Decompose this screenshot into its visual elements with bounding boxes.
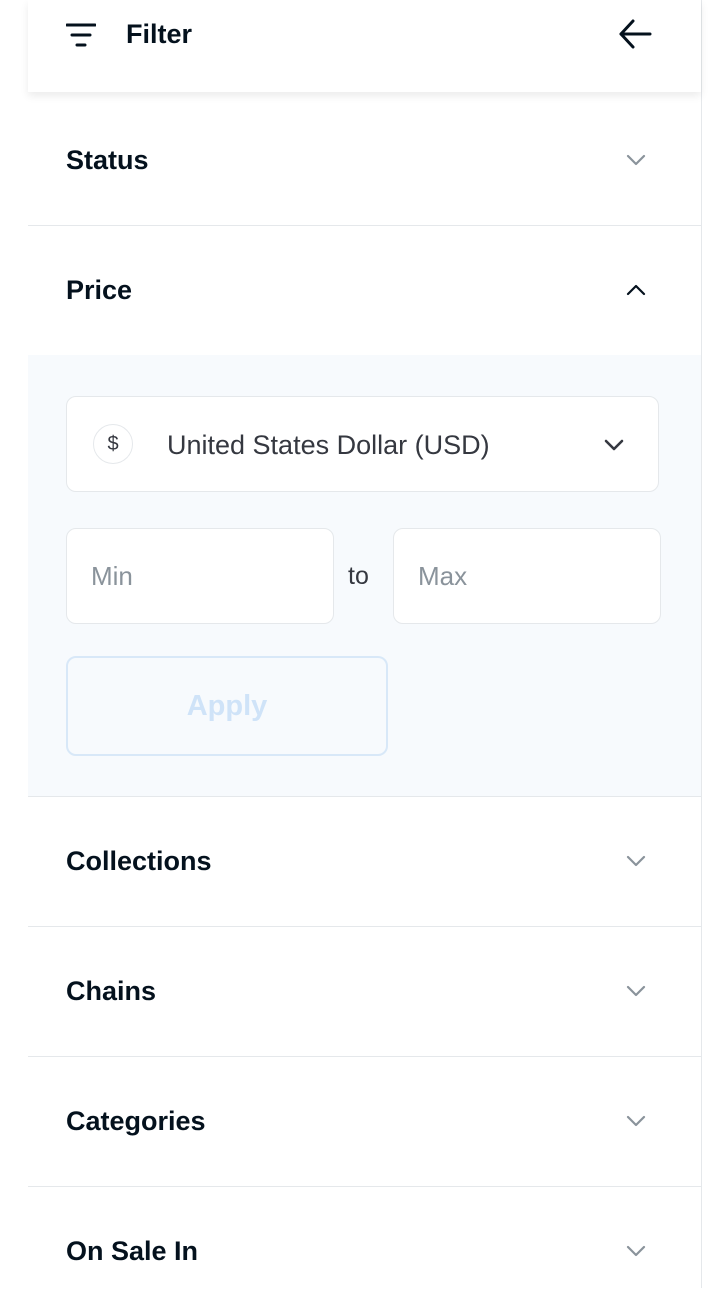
filter-header: Filter — [28, 0, 701, 92]
chevron-down-icon — [626, 1245, 646, 1257]
chevron-down-icon — [626, 154, 646, 166]
section-on-sale-in-label: On Sale In — [66, 1236, 199, 1266]
chevron-up-icon — [626, 284, 646, 296]
chevron-down-icon — [604, 439, 624, 451]
section-chains[interactable]: Chains — [28, 926, 701, 1057]
dollar-icon: $ — [93, 424, 133, 464]
section-chains-label: Chains — [66, 976, 157, 1006]
chevron-down-icon — [626, 855, 646, 867]
filter-lines-icon — [66, 23, 96, 47]
apply-button[interactable]: Apply — [66, 656, 388, 756]
section-status[interactable]: Status — [28, 95, 701, 226]
chevron-down-icon — [626, 1115, 646, 1127]
panel-divider — [701, 0, 702, 1288]
min-price-input[interactable] — [66, 528, 334, 624]
filter-panel: Filter Status Price $ United States Doll… — [28, 0, 701, 1288]
price-filter-body: $ United States Dollar (USD) to Apply — [28, 355, 701, 797]
section-collections[interactable]: Collections — [28, 796, 701, 927]
section-on-sale-in[interactable]: On Sale In — [28, 1186, 701, 1316]
section-collections-label: Collections — [66, 846, 212, 876]
section-categories-label: Categories — [66, 1106, 206, 1136]
currency-select[interactable]: $ United States Dollar (USD) — [66, 396, 659, 492]
max-price-input[interactable] — [393, 528, 661, 624]
section-price-label: Price — [66, 275, 133, 305]
section-price[interactable]: Price — [28, 225, 701, 356]
section-status-label: Status — [66, 145, 149, 175]
to-label: to — [348, 562, 369, 590]
currency-label: United States Dollar (USD) — [167, 430, 490, 460]
section-categories[interactable]: Categories — [28, 1056, 701, 1187]
arrow-left-icon[interactable] — [618, 18, 652, 50]
chevron-down-icon — [626, 985, 646, 997]
filter-title: Filter — [126, 19, 193, 49]
